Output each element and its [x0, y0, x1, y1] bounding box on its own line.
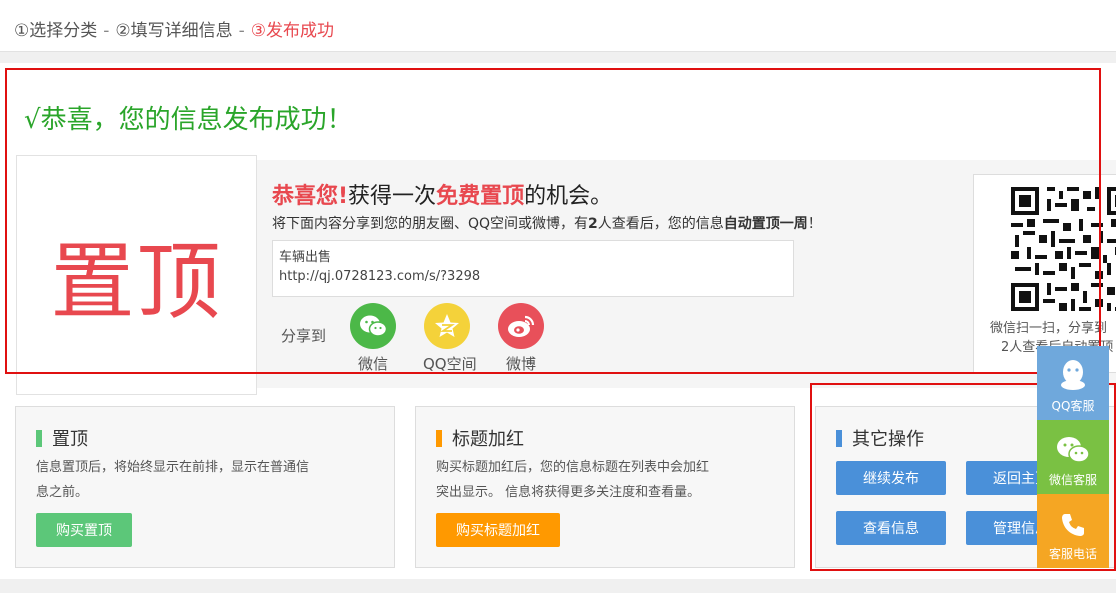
- share-weibo-label: 微博: [505, 355, 536, 373]
- qq-penguin-icon: [1061, 360, 1085, 390]
- share-link-url: http://qj.0728123.com/s/?3298: [279, 269, 481, 284]
- phone-service-button[interactable]: 客服电话: [1037, 494, 1109, 568]
- offer-desc-text: 人查看后，您的信息: [597, 216, 724, 232]
- card-desc-line: 突出显示。 信息将获得更多关注度和查看量。: [436, 485, 701, 500]
- offer-desc-count: 2: [588, 216, 598, 232]
- card-accent: [36, 429, 42, 447]
- view-info-button[interactable]: 查看信息: [836, 511, 946, 545]
- offer-title-text: 的机会。: [524, 184, 613, 209]
- share-label: 分享到: [281, 327, 327, 345]
- wechat-service-label: 微信客服: [1048, 473, 1097, 487]
- card-desc-line: 购买标题加红后，您的信息标题在列表中会加红: [436, 460, 710, 475]
- share-wechat-label: 微信: [357, 355, 388, 373]
- offer-desc-text: ！: [807, 216, 822, 232]
- card-other-title: 其它操作: [836, 425, 924, 451]
- qq-service-label: QQ客服: [1051, 399, 1095, 413]
- card-top-title: 置顶: [36, 425, 88, 451]
- share-link-title: 车辆出售: [279, 250, 332, 265]
- share-weibo-button[interactable]: 微博: [497, 303, 545, 374]
- wechat-icon: [350, 303, 396, 349]
- offer-desc-bold: 自动置顶一周: [723, 216, 808, 232]
- offer-desc-text: 将下面内容分享到您的朋友圈、QQ空间或微博，有: [272, 216, 589, 232]
- card-top: 置顶 信息置顶后，将始终显示在前排，显示在普通信 息之前。 购买置顶: [15, 406, 395, 568]
- step-separator: -: [238, 21, 245, 41]
- share-wechat-button[interactable]: 微信: [349, 303, 397, 374]
- card-top-desc: 信息置顶后，将始终显示在前排，显示在普通信 息之前。: [36, 455, 309, 505]
- weibo-icon: [498, 303, 544, 349]
- main-panel: √恭喜，您的信息发布成功！ 置顶 恭喜您!获得一次免费置顶的机会。 将下面内容分…: [0, 63, 1116, 579]
- qzone-star-icon: [424, 303, 470, 349]
- buy-red-title-button[interactable]: 购买标题加红: [436, 513, 560, 547]
- wechat-service-button[interactable]: 微信客服: [1037, 420, 1109, 494]
- phone-service-label: 客服电话: [1048, 547, 1097, 561]
- card-red-desc: 购买标题加红后，您的信息标题在列表中会加红 突出显示。 信息将获得更多关注度和查看…: [436, 455, 709, 505]
- wechat-service-icon: [1057, 437, 1090, 463]
- qq-service-button[interactable]: QQ客服: [1037, 346, 1109, 420]
- success-title: √恭喜，您的信息发布成功！: [24, 105, 353, 135]
- offer-title-highlight: 恭喜您!: [272, 184, 349, 209]
- card-desc-line: 信息置顶后，将始终显示在前排，显示在普通信: [36, 460, 310, 475]
- step-2: ②填写详细信息: [115, 21, 233, 41]
- buy-top-button[interactable]: 购买置顶: [36, 513, 132, 547]
- step-separator: -: [103, 21, 110, 41]
- share-qzone-label: QQ空间: [423, 355, 477, 373]
- floating-service-bar: QQ客服 微信客服 客服电话: [1037, 346, 1109, 568]
- step-3-current: ③发布成功: [250, 21, 335, 41]
- share-link-box[interactable]: 车辆出售 http://qj.0728123.com/s/?3298: [272, 240, 794, 297]
- qr-card: 微信扫一扫，分享到 2人查看后自动置顶: [973, 174, 1116, 373]
- top-banner: 置顶: [16, 155, 257, 395]
- offer-title-text: 获得一次: [348, 184, 437, 209]
- share-qzone-button[interactable]: QQ空间: [423, 303, 477, 374]
- card-accent: [436, 429, 442, 447]
- phone-icon: [1062, 514, 1084, 536]
- card-red-title: 标题加红 购买标题加红后，您的信息标题在列表中会加红 突出显示。 信息将获得更多关…: [415, 406, 795, 568]
- offer-description: 将下面内容分享到您的朋友圈、QQ空间或微博，有2人查看后，您的信息自动置顶一周！: [272, 213, 822, 233]
- card-title-text: 其它操作: [852, 429, 924, 450]
- card-title-text: 置顶: [52, 429, 88, 450]
- card-title-text: 标题加红: [452, 429, 524, 450]
- top-banner-text: 置顶: [50, 232, 223, 331]
- offer-title: 恭喜您!获得一次免费置顶的机会。: [272, 178, 612, 210]
- card-red-title-heading: 标题加红: [436, 425, 524, 451]
- step-1: ①选择分类: [14, 21, 98, 41]
- card-accent: [836, 429, 842, 447]
- step-indicator: ①选择分类 - ②填写详细信息 - ③发布成功: [0, 0, 1116, 52]
- card-desc-line: 息之前。: [36, 485, 89, 500]
- qr-caption-line: 微信扫一扫，分享到: [990, 321, 1108, 336]
- offer-title-highlight: 免费置顶: [436, 184, 525, 209]
- qr-code-icon: [1007, 183, 1116, 315]
- continue-publish-button[interactable]: 继续发布: [836, 461, 946, 495]
